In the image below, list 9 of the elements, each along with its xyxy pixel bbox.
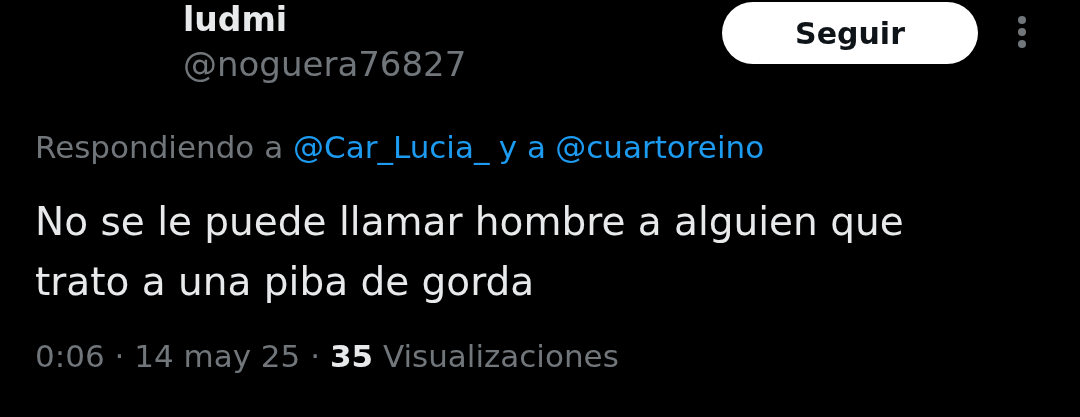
reply-context: Respondiendo a @Car_Lucia_ y a @cuartoreino xyxy=(35,128,766,167)
more-options-icon[interactable] xyxy=(1016,14,1028,50)
tweet-text: No se le puede llamar hombre a alguien que trato a una piba de gorda xyxy=(35,198,905,306)
tweet-meta: 0:06 · 14 may 25 · 35 Visualizaciones xyxy=(35,337,620,376)
mention-link[interactable]: @cuartoreino xyxy=(555,129,765,165)
follow-button[interactable]: Seguir xyxy=(722,2,978,64)
mention-link[interactable]: @Car_Lucia_ xyxy=(293,129,490,165)
user-handle[interactable]: @noguera76827 xyxy=(183,40,722,88)
user-name[interactable]: ludmi xyxy=(183,0,722,40)
